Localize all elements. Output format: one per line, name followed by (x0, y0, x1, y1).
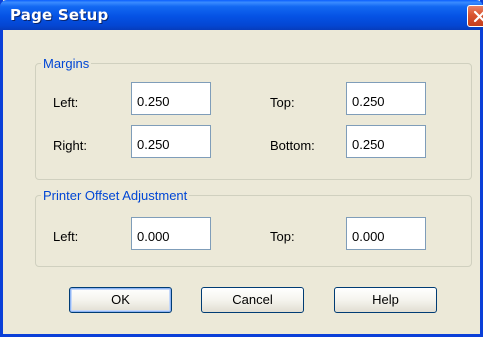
margins-legend: Margins (41, 56, 92, 71)
margin-top-field[interactable] (346, 82, 426, 115)
offset-left-label: Left: (53, 229, 79, 244)
margins-group: Margins (35, 56, 472, 180)
page-setup-dialog: Page Setup Margins Left: Top: Right: Bot… (0, 0, 483, 337)
margin-left-label: Left: (53, 95, 79, 110)
cancel-button[interactable]: Cancel (201, 287, 304, 313)
margin-right-label: Right: (53, 138, 87, 153)
offset-left-field[interactable] (131, 217, 211, 250)
margin-top-label: Top: (270, 95, 295, 110)
margin-right-field[interactable] (131, 125, 211, 158)
close-button[interactable] (467, 5, 483, 27)
title-bar[interactable]: Page Setup (0, 0, 483, 30)
offset-top-label: Top: (270, 229, 295, 244)
margin-bottom-label: Bottom: (270, 138, 315, 153)
margin-bottom-field[interactable] (346, 125, 426, 158)
dialog-title: Page Setup (10, 6, 109, 24)
ok-button[interactable]: OK (69, 287, 172, 313)
printer-offset-legend: Printer Offset Adjustment (41, 188, 190, 203)
margin-left-field[interactable] (131, 82, 211, 115)
offset-top-field[interactable] (346, 217, 426, 250)
close-icon (473, 10, 483, 23)
help-button[interactable]: Help (334, 287, 437, 313)
